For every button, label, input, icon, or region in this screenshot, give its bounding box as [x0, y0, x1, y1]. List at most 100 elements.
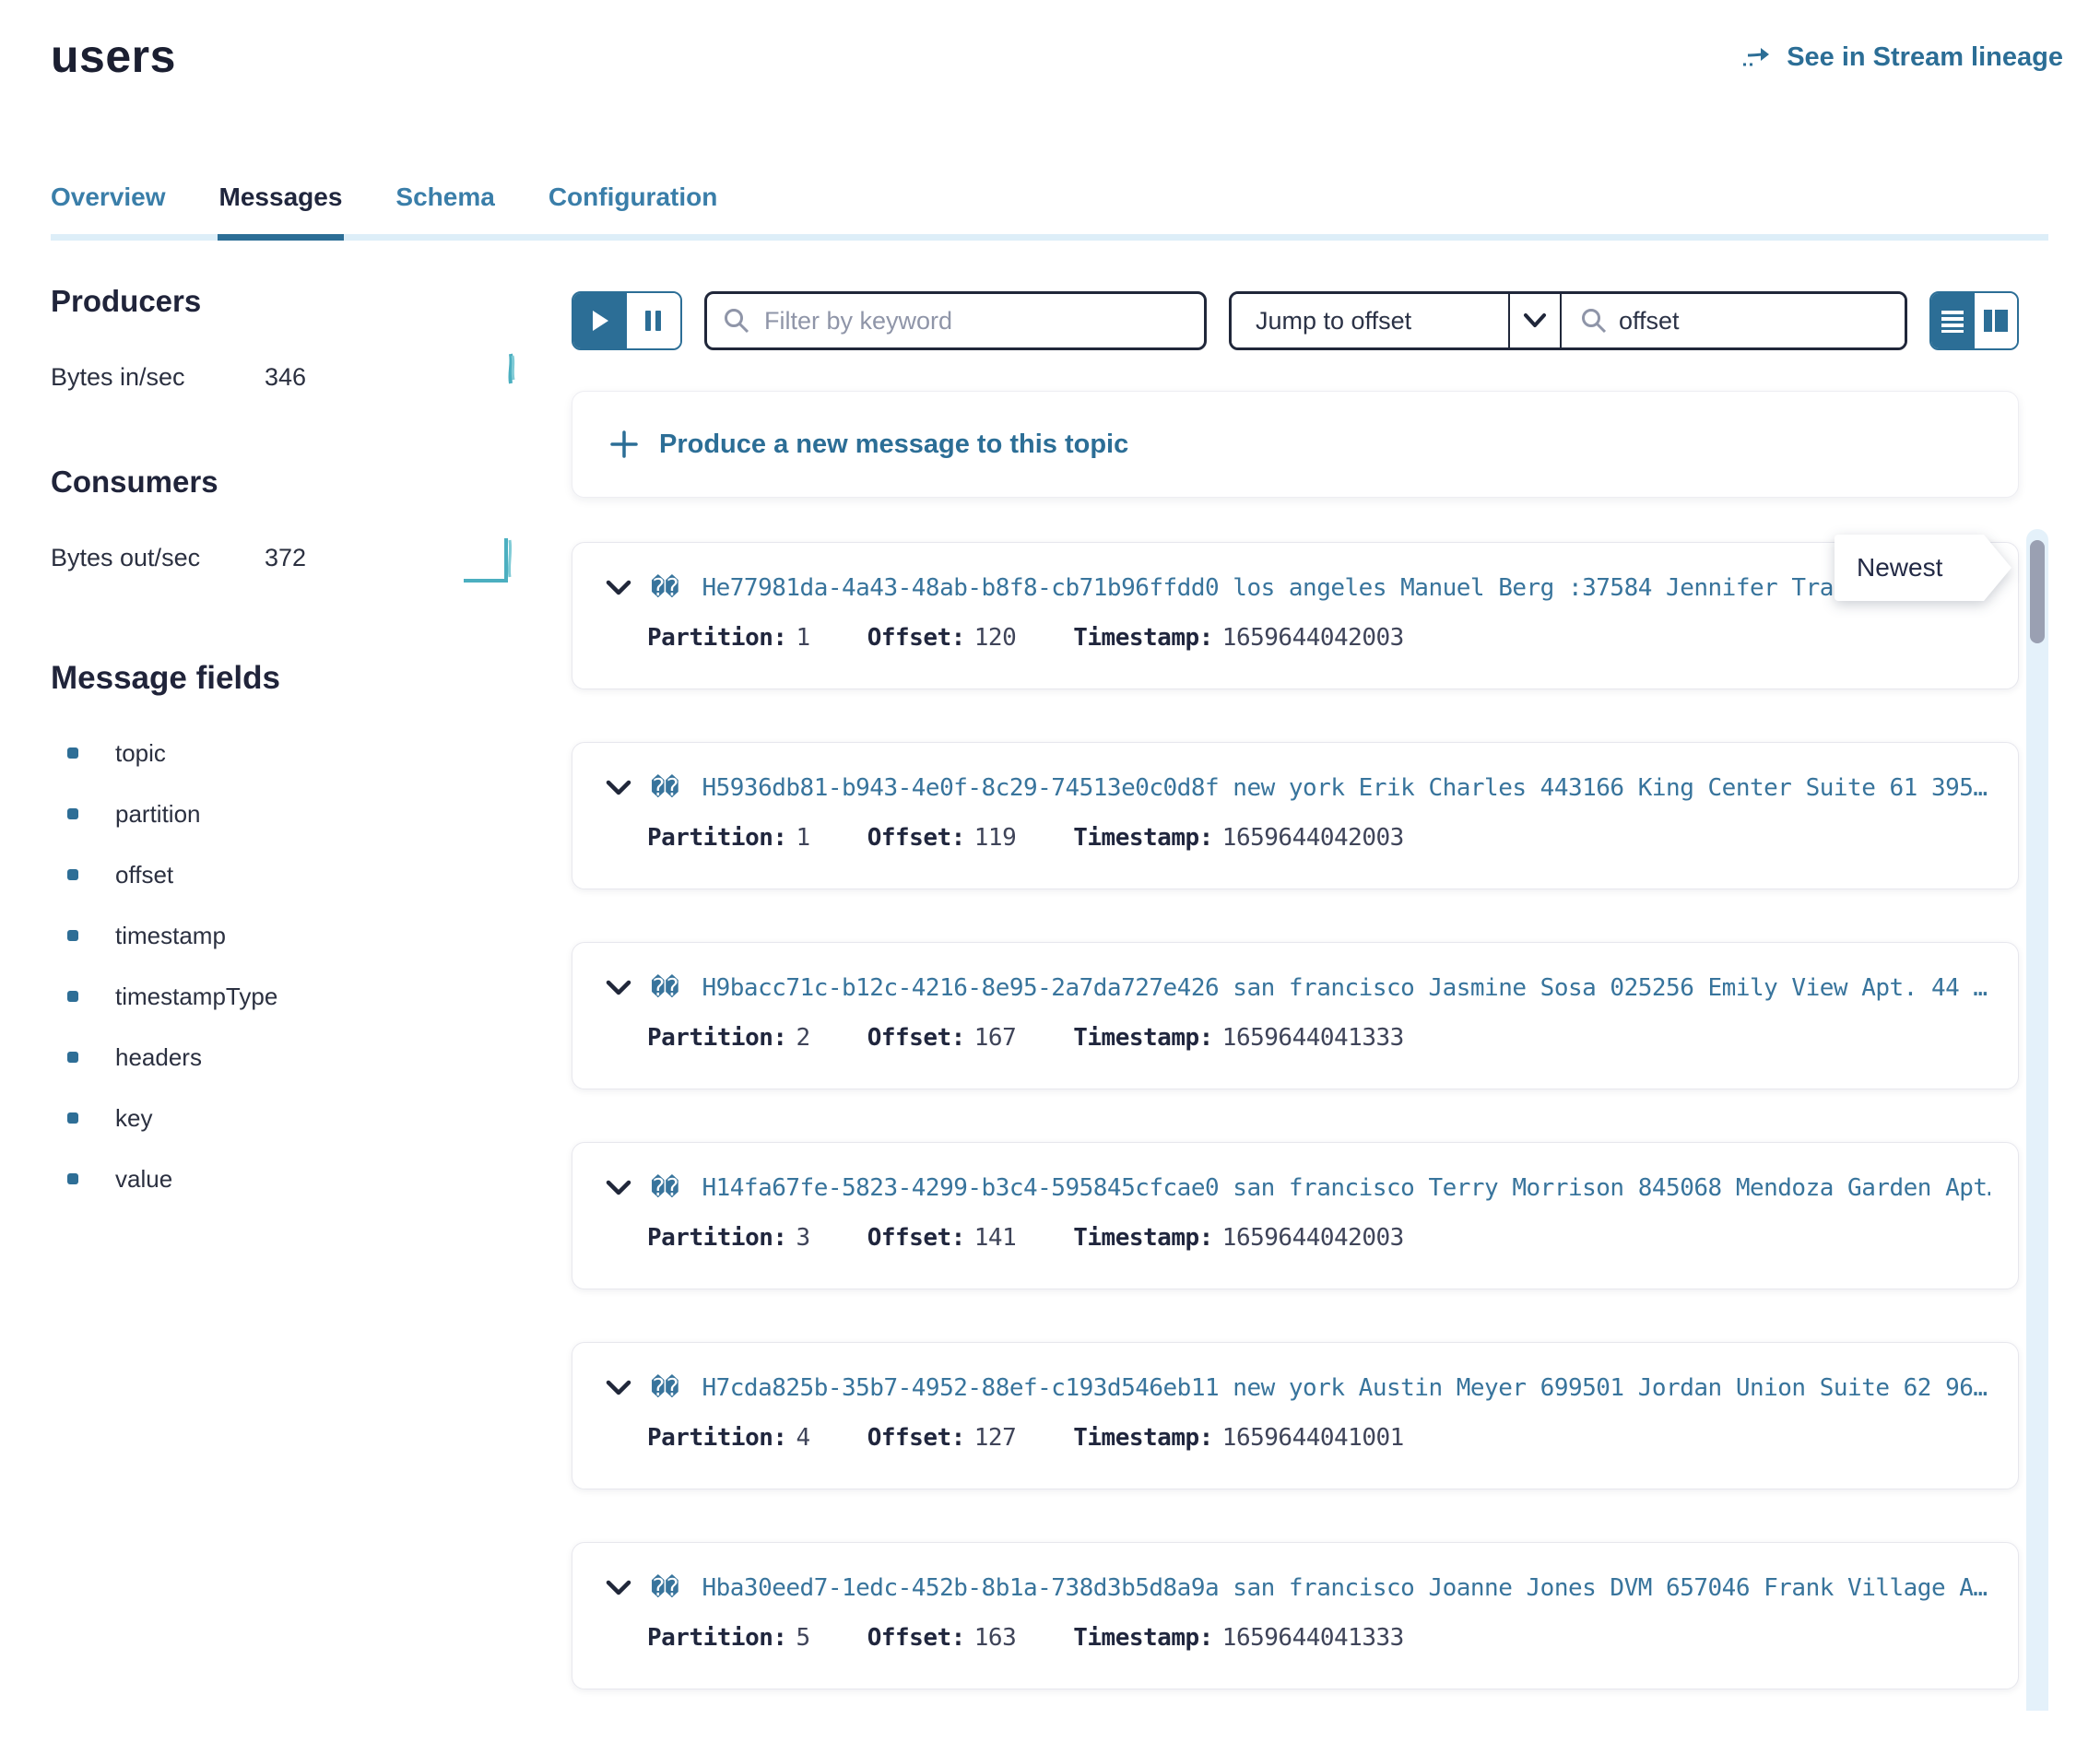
message-list: �� He77981da-4a43-48ab-b8f8-cb71b96ffdd0…: [572, 542, 2019, 1689]
produce-message-button[interactable]: Produce a new message to this topic: [572, 391, 2019, 498]
newest-tooltip-label: Newest: [1857, 553, 1942, 583]
bytes-out-label: Bytes out/sec: [51, 544, 265, 572]
stream-lineage-link[interactable]: See in Stream lineage: [1740, 42, 2063, 73]
message-summary-line: �� Hba30eed7-1edc-452b-8b1a-738d3b5d8a9a…: [605, 1574, 1990, 1602]
field-label: timestamp: [115, 922, 226, 950]
message-field-topic[interactable]: topic: [51, 723, 519, 783]
field-label: topic: [115, 739, 166, 768]
message-summary-line: �� H14fa67fe-5823-4299-b3c4-595845cfcae0…: [605, 1174, 1990, 1202]
expand-chevron-icon[interactable]: [605, 979, 632, 997]
field-label: offset: [115, 861, 173, 889]
message-summary: H7cda825b-35b7-4952-88ef-c193d546eb11 ne…: [702, 1374, 1987, 1402]
message-field-headers[interactable]: headers: [51, 1027, 519, 1088]
offset-search-input[interactable]: [1562, 294, 1905, 347]
filter-field: [704, 291, 1207, 350]
scrollbar-thumb[interactable]: [2030, 540, 2045, 643]
messages-toolbar: Jump to offset: [572, 291, 2019, 350]
message-row[interactable]: �� H14fa67fe-5823-4299-b3c4-595845cfcae0…: [572, 1142, 2019, 1289]
filter-input[interactable]: [704, 291, 1207, 350]
timestamp-label: Timestamp:: [1073, 1024, 1213, 1052]
tab-overview[interactable]: Overview: [51, 182, 166, 212]
bytes-out-value: 372: [265, 544, 462, 572]
message-row[interactable]: �� Hba30eed7-1edc-452b-8b1a-738d3b5d8a9a…: [572, 1542, 2019, 1689]
timestamp-value: 1659644042003: [1222, 1224, 1404, 1252]
newest-tooltip: Newest: [1835, 535, 2012, 601]
jump-to-offset-group: Jump to offset: [1229, 291, 1907, 350]
column-view-button[interactable]: [1975, 293, 2018, 348]
message-row[interactable]: �� He77981da-4a43-48ab-b8f8-cb71b96ffdd0…: [572, 542, 2019, 689]
partition-value: 2: [796, 1024, 810, 1052]
scrollbar-track[interactable]: [2026, 529, 2048, 1711]
message-field-timestampType[interactable]: timestampType: [51, 966, 519, 1027]
page-title: users: [51, 29, 176, 83]
key-bytes-glyphs: ��: [651, 574, 692, 602]
timestamp-value: 1659644042003: [1222, 624, 1404, 652]
page-header: users See in Stream lineage: [51, 29, 2063, 83]
message-row[interactable]: �� H9bacc71c-b12c-4216-8e95-2a7da727e426…: [572, 942, 2019, 1089]
partition-value: 1: [796, 624, 810, 652]
expand-chevron-icon[interactable]: [605, 1379, 632, 1397]
field-label: headers: [115, 1043, 202, 1072]
offset-value: 167: [974, 1024, 1016, 1052]
message-field-value[interactable]: value: [51, 1148, 519, 1209]
key-bytes-glyphs: ��: [651, 974, 692, 1002]
message-meta-line: Partition:1 Offset:119 Timestamp:1659644…: [647, 824, 1990, 852]
message-meta-line: Partition:1 Offset:120 Timestamp:1659644…: [647, 624, 1990, 652]
field-bullet-icon: [67, 747, 78, 759]
search-icon: [723, 307, 750, 335]
message-summary: He77981da-4a43-48ab-b8f8-cb71b96ffdd0 lo…: [702, 574, 1889, 602]
list-view-button[interactable]: [1931, 293, 1975, 348]
field-bullet-icon: [67, 1112, 78, 1124]
bytes-in-label: Bytes in/sec: [51, 363, 265, 392]
message-field-key[interactable]: key: [51, 1088, 519, 1148]
chevron-down-icon: [1523, 312, 1547, 329]
partition-label: Partition:: [647, 1024, 787, 1052]
timestamp-label: Timestamp:: [1073, 824, 1213, 852]
expand-chevron-icon[interactable]: [605, 1179, 632, 1197]
message-row[interactable]: �� H5936db81-b943-4e0f-8c29-74513e0c0d8f…: [572, 742, 2019, 889]
message-field-timestamp[interactable]: timestamp: [51, 905, 519, 966]
tab-messages[interactable]: Messages: [219, 182, 343, 212]
play-button[interactable]: [573, 293, 627, 348]
offset-value: 163: [974, 1624, 1016, 1652]
expand-chevron-icon[interactable]: [605, 1579, 632, 1597]
expand-chevron-icon[interactable]: [605, 579, 632, 597]
lineage-arrow-icon: [1740, 45, 1776, 71]
jump-select-chevron[interactable]: [1508, 294, 1560, 347]
message-row[interactable]: �� H7cda825b-35b7-4952-88ef-c193d546eb11…: [572, 1342, 2019, 1489]
offset-label: Offset:: [867, 1624, 965, 1652]
timestamp-label: Timestamp:: [1073, 1624, 1213, 1652]
jump-to-offset-select[interactable]: Jump to offset: [1232, 294, 1508, 347]
timestamp-label: Timestamp:: [1073, 624, 1213, 652]
timestamp-value: 1659644042003: [1222, 824, 1404, 852]
newest-tooltip-shape: Newest: [1835, 535, 2012, 601]
play-icon: [589, 309, 611, 333]
timestamp-label: Timestamp:: [1073, 1424, 1213, 1452]
main-panel: Jump to offset: [572, 291, 2019, 1742]
message-field-offset[interactable]: offset: [51, 844, 519, 905]
producers-heading: Producers: [51, 284, 519, 319]
field-bullet-icon: [67, 1173, 78, 1184]
message-summary-line: �� H9bacc71c-b12c-4216-8e95-2a7da727e426…: [605, 974, 1990, 1002]
bytes-in-value: 346: [265, 363, 462, 392]
field-bullet-icon: [67, 808, 78, 819]
message-fields-list: topic partition offset timestamp timesta…: [51, 723, 519, 1209]
partition-value: 1: [796, 824, 810, 852]
tab-schema[interactable]: Schema: [395, 182, 494, 212]
field-label: timestampType: [115, 983, 277, 1011]
message-fields-heading: Message fields: [51, 660, 519, 697]
timestamp-value: 1659644041333: [1222, 1624, 1404, 1652]
message-meta-line: Partition:3 Offset:141 Timestamp:1659644…: [647, 1224, 1990, 1252]
message-field-partition[interactable]: partition: [51, 783, 519, 844]
produce-message-label: Produce a new message to this topic: [659, 430, 1128, 460]
pause-button[interactable]: [627, 293, 680, 348]
expand-chevron-icon[interactable]: [605, 779, 632, 797]
key-bytes-glyphs: ��: [651, 774, 692, 802]
partition-label: Partition:: [647, 624, 787, 652]
message-summary-line: �� H7cda825b-35b7-4952-88ef-c193d546eb11…: [605, 1374, 1990, 1402]
list-view-icon: [1940, 308, 1965, 334]
tab-configuration[interactable]: Configuration: [549, 182, 718, 212]
offset-label: Offset:: [867, 824, 965, 852]
offset-value: 119: [974, 824, 1016, 852]
message-summary: Hba30eed7-1edc-452b-8b1a-738d3b5d8a9a sa…: [702, 1574, 1987, 1602]
